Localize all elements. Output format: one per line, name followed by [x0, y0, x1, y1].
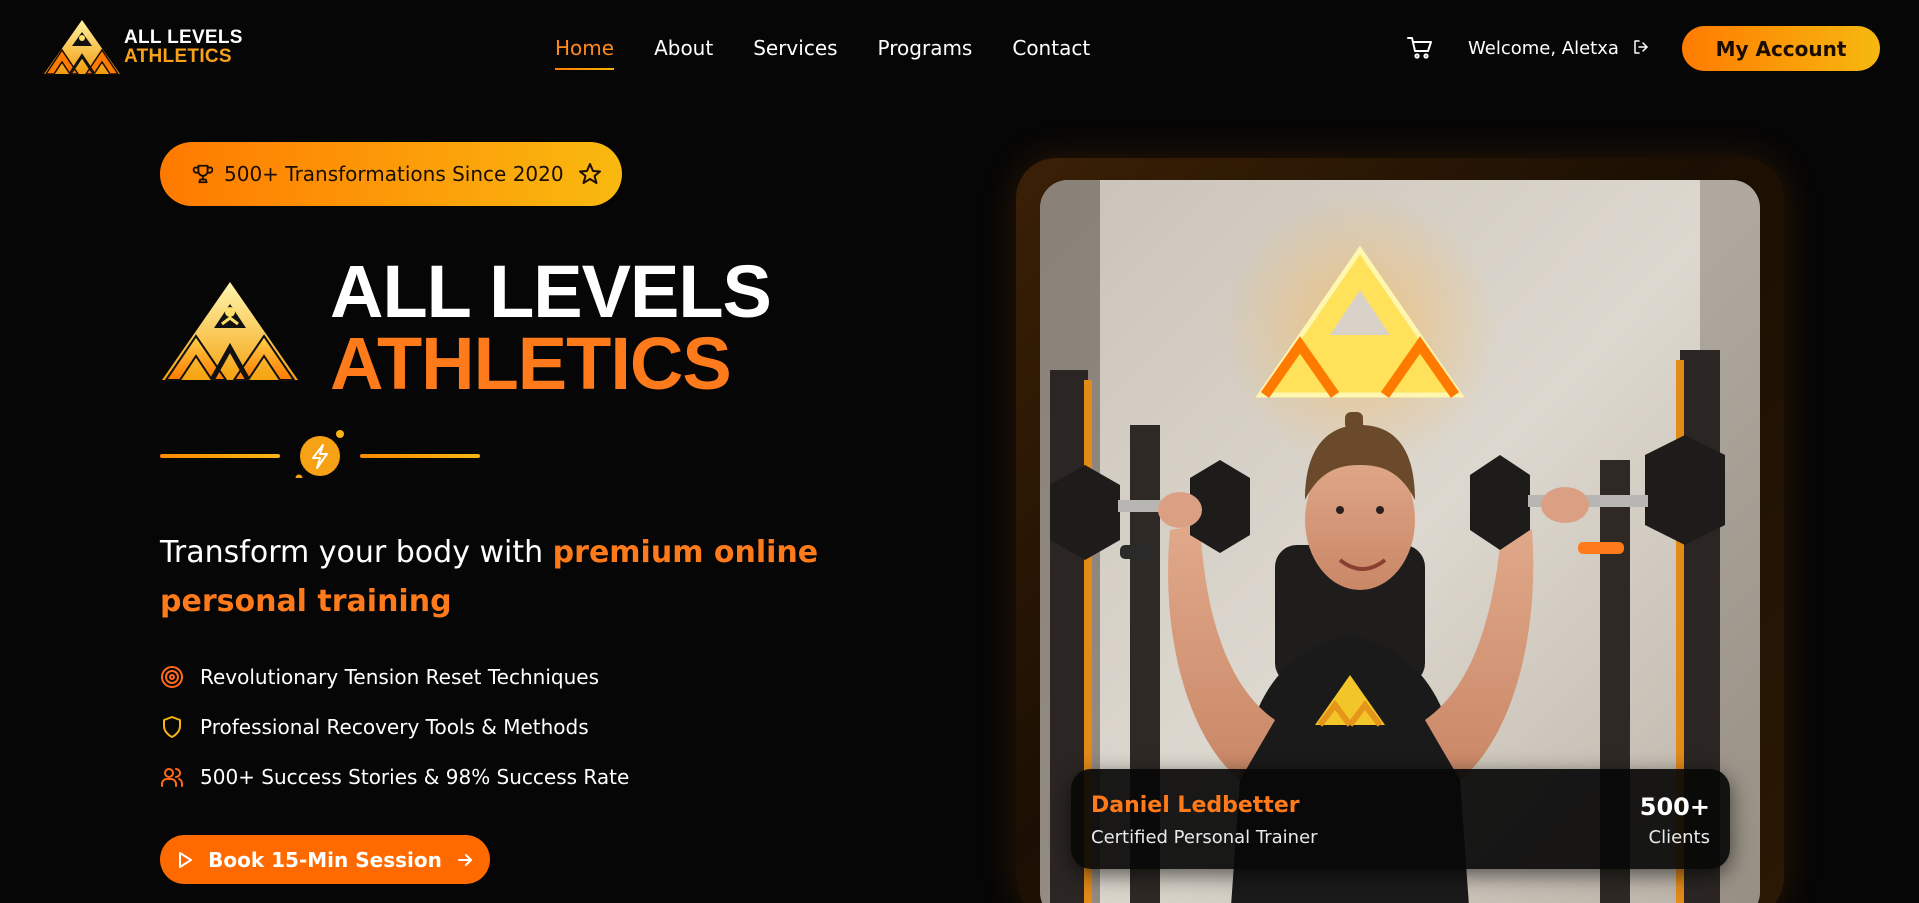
arrow-right-icon: [457, 853, 472, 866]
users-icon: [161, 768, 183, 787]
cart-icon[interactable]: [1407, 36, 1433, 60]
feature-item: Professional Recovery Tools & Methods: [160, 702, 629, 752]
logout-icon[interactable]: [1633, 39, 1649, 55]
ava-triangle-logo-icon: [44, 20, 120, 75]
star-icon: [578, 163, 601, 184]
play-icon: [179, 851, 193, 868]
trainer-role: Certified Personal Trainer: [1091, 827, 1318, 848]
feature-item: 500+ Success Stories & 98% Success Rate: [160, 752, 629, 802]
hero-tagline: Transform your body with premium online …: [160, 528, 920, 626]
nav-contact[interactable]: Contact: [1012, 36, 1090, 70]
brand[interactable]: ALL LEVELS ATHLETICS: [40, 18, 243, 76]
trainer-name: Daniel Ledbetter: [1091, 793, 1300, 818]
book-session-button[interactable]: Book 15-Min Session: [160, 835, 490, 884]
nav-services[interactable]: Services: [753, 36, 837, 70]
nav-home[interactable]: Home: [555, 36, 615, 70]
hero-title-line-1: ALL LEVELS: [330, 250, 772, 333]
feature-text: 500+ Success Stories & 98% Success Rate: [200, 765, 630, 789]
client-count-label: Clients: [1648, 827, 1711, 848]
brand-line-2: ATHLETICS: [124, 46, 232, 67]
site-header: ALL LEVELS ATHLETICS Home About Services…: [0, 0, 1919, 98]
badge-text: 500+ Transformations Since 2020: [224, 162, 564, 186]
trophy-icon: [192, 164, 214, 184]
page: ALL LEVELS ATHLETICS Home About Services…: [0, 0, 1919, 903]
transformations-badge: 500+ Transformations Since 2020: [160, 142, 622, 206]
target-icon: [161, 666, 183, 688]
lightning-divider: [160, 430, 480, 478]
brand-line-1: ALL LEVELS: [124, 27, 243, 48]
hero-title: ALL LEVELS ATHLETICS: [330, 250, 772, 405]
ava-hero-logo-icon: [162, 282, 298, 382]
book-session-label: Book 15-Min Session: [208, 847, 442, 872]
nav-programs[interactable]: Programs: [878, 36, 973, 70]
feature-item: Revolutionary Tension Reset Techniques: [160, 652, 629, 702]
trainer-info-card: Daniel Ledbetter Certified Personal Trai…: [1071, 769, 1730, 869]
client-count: 500+: [1639, 793, 1710, 821]
feature-list: Revolutionary Tension Reset Techniques P…: [160, 652, 629, 802]
hero-title-line-2: ATHLETICS: [330, 322, 732, 405]
tagline-text: Transform your body with: [160, 535, 553, 570]
nav-about[interactable]: About: [654, 36, 713, 70]
my-account-button[interactable]: My Account: [1682, 26, 1880, 71]
welcome-text: Welcome, Aletxa: [1468, 38, 1619, 59]
brand-name: ALL LEVELS ATHLETICS: [124, 28, 243, 66]
main-nav: Home About Services Programs Contact: [555, 36, 1090, 70]
feature-text: Revolutionary Tension Reset Techniques: [200, 665, 599, 689]
shield-icon: [163, 716, 181, 738]
feature-text: Professional Recovery Tools & Methods: [200, 715, 589, 739]
